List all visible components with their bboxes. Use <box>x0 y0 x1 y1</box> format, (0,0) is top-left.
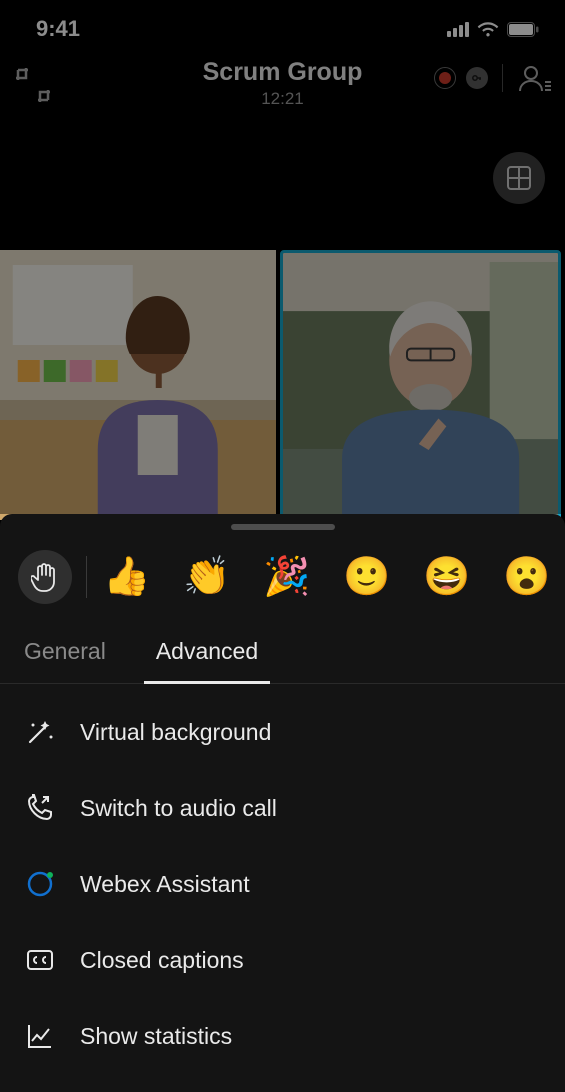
reaction-wow[interactable]: 😮 <box>487 555 565 599</box>
cellular-icon <box>447 21 469 37</box>
reaction-clap[interactable]: 👏 <box>167 555 247 599</box>
reaction-thumbs-up[interactable]: 👍 <box>87 555 167 599</box>
status-indicators <box>447 21 539 37</box>
menu-label: Virtual background <box>80 719 271 746</box>
call-topbar: Scrum Group 12:21 <box>0 58 565 130</box>
status-bar: 9:41 <box>0 0 565 58</box>
recording-indicator-icon <box>434 67 456 89</box>
grid-layout-icon <box>506 165 532 191</box>
participant-tile[interactable] <box>0 250 276 520</box>
sheet-tabs: General Advanced <box>0 626 565 684</box>
menu-label: Switch to audio call <box>80 795 277 822</box>
divider <box>502 64 503 92</box>
reaction-party[interactable]: 🎉 <box>247 555 327 599</box>
reactions-row: 👍 👏 🎉 🙂 😆 😮 <box>0 530 565 626</box>
layout-button[interactable] <box>493 152 545 204</box>
assistant-circle-icon <box>24 868 56 900</box>
tab-advanced[interactable]: Advanced <box>156 626 258 683</box>
menu-closed-captions[interactable]: Closed captions <box>24 922 541 998</box>
menu-virtual-background[interactable]: Virtual background <box>24 694 541 770</box>
menu-webex-assistant[interactable]: Webex Assistant <box>24 846 541 922</box>
options-sheet: 👍 👏 🎉 🙂 😆 😮 General Advanced Virtual bac… <box>0 514 565 1092</box>
advanced-menu: Virtual background Switch to audio call … <box>0 684 565 1084</box>
lock-icon <box>466 67 488 89</box>
battery-icon <box>507 22 539 37</box>
raise-hand-button[interactable] <box>18 550 72 604</box>
menu-switch-audio[interactable]: Switch to audio call <box>24 770 541 846</box>
raise-hand-icon <box>31 562 59 592</box>
menu-label: Closed captions <box>80 947 244 974</box>
closed-captions-icon <box>24 944 56 976</box>
reaction-laugh[interactable]: 😆 <box>407 555 487 599</box>
menu-show-statistics[interactable]: Show statistics <box>24 998 541 1074</box>
reaction-smile[interactable]: 🙂 <box>327 555 407 599</box>
status-time: 9:41 <box>36 16 80 42</box>
participant-tile-active[interactable] <box>280 250 562 520</box>
participants-icon[interactable] <box>517 64 551 92</box>
call-duration: 12:21 <box>0 89 565 109</box>
menu-label: Webex Assistant <box>80 871 250 898</box>
line-chart-icon <box>24 1020 56 1052</box>
tab-general[interactable]: General <box>24 626 106 683</box>
phone-arrow-icon <box>24 792 56 824</box>
sparkle-wand-icon <box>24 716 56 748</box>
wifi-icon <box>477 21 499 37</box>
menu-label: Show statistics <box>80 1023 232 1050</box>
video-grid <box>0 250 565 520</box>
